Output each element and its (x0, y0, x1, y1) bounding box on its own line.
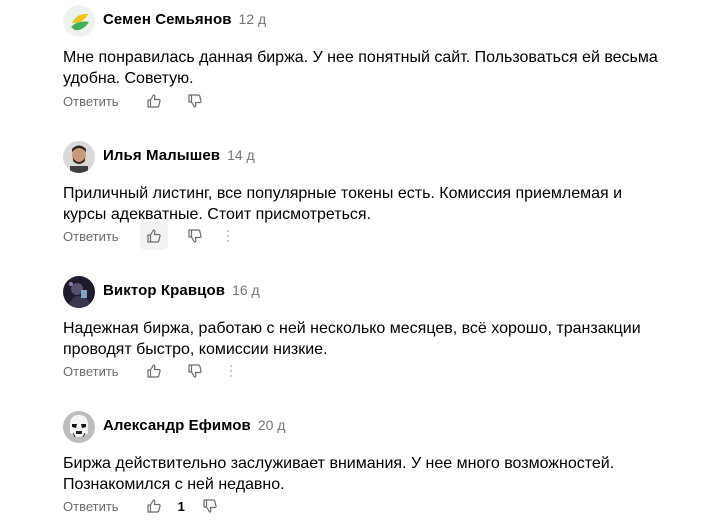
dark-photo-icon (63, 276, 95, 308)
reply-button[interactable]: Ответить (63, 364, 119, 379)
avatar[interactable] (63, 141, 95, 173)
more-options-icon[interactable] (222, 226, 234, 246)
leaf-logo-icon (63, 5, 95, 37)
comment-text: Мне понравилась данная биржа. У нее поня… (63, 49, 658, 87)
avatar[interactable] (63, 411, 95, 443)
like-count: 1 (177, 498, 185, 514)
comment-text: Приличный листинг, все популярные токены… (63, 185, 623, 223)
comment-date: 14 д (227, 147, 255, 163)
more-options-icon[interactable] (225, 361, 237, 381)
comment-actions: Ответить (63, 361, 237, 381)
author-row: Илья Малышев 14 д (103, 147, 255, 169)
reply-button[interactable]: Ответить (63, 94, 119, 109)
stormtrooper-icon (63, 411, 95, 443)
comment-date: 16 д (232, 282, 260, 298)
author-row: Семен Семьянов 12 д (103, 11, 266, 33)
author-name[interactable]: Семен Семьянов (103, 11, 232, 28)
thumbs-up-icon[interactable] (143, 90, 165, 112)
comment-date: 12 д (238, 11, 267, 27)
thumbs-down-icon[interactable] (184, 360, 206, 382)
comment-actions: Ответить 1 (63, 496, 221, 516)
thumbs-up-icon[interactable] (143, 360, 165, 382)
author-name[interactable]: Виктор Кравцов (103, 282, 225, 299)
avatar[interactable] (63, 5, 95, 37)
author-row: Александр Ефимов 20 д (103, 417, 285, 439)
comment-date: 20 д (257, 417, 286, 433)
reply-button[interactable]: Ответить (63, 499, 119, 514)
thumbs-down-icon[interactable] (184, 90, 206, 112)
comment-actions: Ответить (63, 222, 234, 250)
thumbs-down-icon[interactable] (199, 495, 221, 517)
thumbs-up-icon[interactable] (143, 495, 165, 517)
thumbs-down-icon[interactable] (184, 225, 206, 247)
comment-actions: Ответить (63, 91, 206, 111)
thumbs-up-icon[interactable] (139, 222, 168, 250)
reply-button[interactable]: Ответить (63, 229, 119, 244)
avatar[interactable] (63, 276, 95, 308)
author-row: Виктор Кравцов 16 д (103, 282, 260, 304)
author-name[interactable]: Илья Малышев (103, 147, 220, 164)
author-name[interactable]: Александр Ефимов (103, 417, 251, 434)
comment-text: Биржа действительно заслуживает внимания… (63, 455, 615, 493)
man-photo-icon (63, 141, 95, 173)
comment-text: Надежная биржа, работаю с ней несколько … (63, 320, 641, 358)
